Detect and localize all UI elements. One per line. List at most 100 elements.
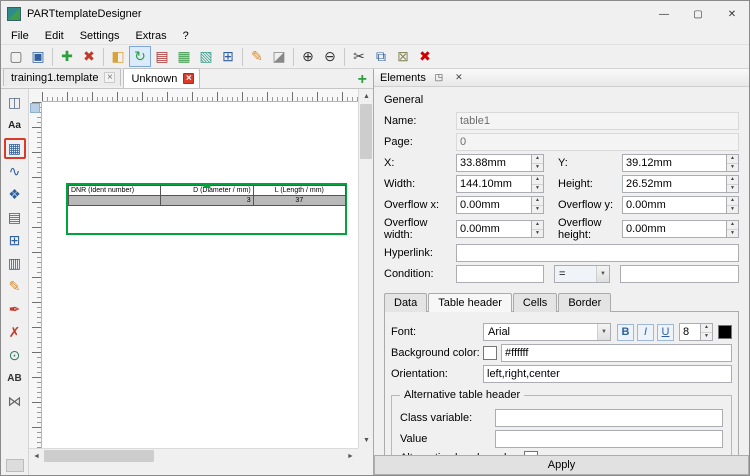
delete-element-icon[interactable]: ✖ bbox=[78, 46, 100, 67]
alternative-header-color-swatch[interactable] bbox=[524, 451, 539, 455]
condition-operator-select[interactable]: = ▼ bbox=[554, 265, 610, 283]
printer-tool-icon[interactable]: ▤ bbox=[4, 207, 26, 228]
menu-help[interactable]: ? bbox=[175, 29, 197, 43]
export-image-icon[interactable]: ▧ bbox=[195, 46, 217, 67]
font-size-input[interactable] bbox=[679, 323, 700, 341]
font-select[interactable]: Arial ▼ bbox=[483, 323, 611, 341]
underline-button[interactable]: U bbox=[657, 323, 674, 341]
class-variable-input[interactable] bbox=[495, 409, 723, 427]
overflow-x-spinner[interactable]: ▲ ▼ bbox=[531, 196, 544, 214]
vertical-scroll-thumb[interactable] bbox=[360, 104, 372, 159]
fill-color-icon[interactable]: ◧ bbox=[107, 46, 129, 67]
spin-down-icon[interactable]: ▼ bbox=[532, 163, 543, 171]
scroll-left-icon[interactable]: ◄ bbox=[29, 449, 44, 464]
document-tab[interactable]: training1.template × bbox=[3, 68, 122, 86]
width-spinner[interactable]: ▲ ▼ bbox=[531, 175, 544, 193]
new-document-icon[interactable]: ▢ bbox=[5, 46, 27, 67]
tab-close-icon[interactable]: × bbox=[183, 73, 195, 84]
horizontal-scroll-thumb[interactable] bbox=[44, 450, 154, 462]
x-spinner[interactable]: ▲ ▼ bbox=[531, 154, 544, 172]
condition-value-input[interactable] bbox=[620, 265, 739, 283]
tab-close-icon[interactable]: × bbox=[104, 72, 116, 83]
curve-tool-icon[interactable]: ∿ bbox=[4, 161, 26, 182]
menu-extras[interactable]: Extras bbox=[127, 29, 174, 43]
copy-icon[interactable]: ⧉ bbox=[370, 46, 392, 67]
spin-down-icon[interactable]: ▼ bbox=[701, 332, 712, 340]
bold-button[interactable]: B bbox=[617, 323, 634, 341]
scroll-right-icon[interactable]: ► bbox=[343, 449, 358, 464]
overflow-x-input[interactable] bbox=[456, 196, 531, 214]
spin-down-icon[interactable]: ▼ bbox=[727, 229, 738, 237]
spin-up-icon[interactable]: ▲ bbox=[727, 155, 738, 164]
add-element-icon[interactable]: ✚ bbox=[56, 46, 78, 67]
panel-tab-table-header[interactable]: Table header bbox=[428, 293, 512, 312]
insert-image-icon[interactable]: ▦ bbox=[173, 46, 195, 67]
panel-close-icon[interactable]: ✕ bbox=[452, 72, 466, 83]
maximize-icon[interactable]: ▢ bbox=[681, 1, 715, 27]
eraser-icon[interactable]: ◪ bbox=[268, 46, 290, 67]
pencil-tool-icon[interactable]: ✎ bbox=[4, 276, 26, 297]
spin-down-icon[interactable]: ▼ bbox=[532, 229, 543, 237]
background-color-swatch[interactable] bbox=[483, 346, 497, 360]
panel-tool-icon[interactable]: ◫ bbox=[4, 92, 26, 113]
overflow-width-field[interactable]: ▲▼ bbox=[456, 220, 544, 238]
name-input[interactable] bbox=[456, 112, 739, 130]
spin-down-icon[interactable]: ▼ bbox=[532, 184, 543, 192]
refresh-icon[interactable]: ↻ bbox=[129, 46, 151, 67]
spin-up-icon[interactable]: ▲ bbox=[532, 155, 543, 164]
orientation-input[interactable] bbox=[483, 365, 732, 383]
label-tool-icon[interactable]: AB bbox=[4, 368, 26, 389]
y-field[interactable]: ▲▼ bbox=[622, 154, 739, 172]
minimize-icon[interactable]: — bbox=[647, 1, 681, 27]
overflow-y-field[interactable]: ▲▼ bbox=[622, 196, 739, 214]
height-input[interactable] bbox=[622, 175, 726, 193]
cross-tool-icon[interactable]: ✗ bbox=[4, 322, 26, 343]
overflow-width-input[interactable] bbox=[456, 220, 531, 238]
width-input[interactable] bbox=[456, 175, 531, 193]
horizontal-scrollbar[interactable]: ◄ ► bbox=[29, 448, 358, 464]
overflow-height-spinner[interactable]: ▲ ▼ bbox=[726, 220, 739, 238]
hyperlink-input[interactable] bbox=[456, 244, 739, 262]
copy-table-icon[interactable]: ⊞ bbox=[217, 46, 239, 67]
spin-down-icon[interactable]: ▼ bbox=[532, 205, 543, 213]
document-table[interactable]: DNR (Ident number) D (Diameter / mm) L (Le… bbox=[68, 185, 346, 206]
delete-all-icon[interactable]: ✖ bbox=[414, 46, 436, 67]
condition-input[interactable] bbox=[456, 265, 544, 283]
y-input[interactable] bbox=[622, 154, 726, 172]
stamp-icon[interactable]: ⊠ bbox=[392, 46, 414, 67]
add-tab-icon[interactable]: + bbox=[358, 72, 367, 88]
spin-up-icon[interactable]: ▲ bbox=[727, 197, 738, 206]
edit-icon[interactable]: ✎ bbox=[246, 46, 268, 67]
panel-tab-cells[interactable]: Cells bbox=[512, 293, 558, 312]
panel-tab-border[interactable]: Border bbox=[558, 293, 612, 312]
value-input[interactable] bbox=[495, 430, 723, 448]
document-tab[interactable]: Unknown × bbox=[123, 68, 201, 88]
grid-tool-icon[interactable]: ▥ bbox=[4, 253, 26, 274]
y-spinner[interactable]: ▲ ▼ bbox=[726, 154, 739, 172]
zoom-in-icon[interactable]: ⊕ bbox=[297, 46, 319, 67]
spin-up-icon[interactable]: ▲ bbox=[532, 221, 543, 230]
menu-file[interactable]: File bbox=[3, 29, 37, 43]
overflow-y-spinner[interactable]: ▲ ▼ bbox=[726, 196, 739, 214]
pen-tool-icon[interactable]: ✒ bbox=[4, 299, 26, 320]
overflow-height-field[interactable]: ▲▼ bbox=[622, 220, 739, 238]
panel-tab-data[interactable]: Data bbox=[384, 293, 428, 312]
overflow-y-input[interactable] bbox=[622, 196, 726, 214]
zoom-out-icon[interactable]: ⊖ bbox=[319, 46, 341, 67]
width-field[interactable]: ▲▼ bbox=[456, 175, 544, 193]
height-field[interactable]: ▲▼ bbox=[622, 175, 739, 193]
scroll-down-icon[interactable]: ▼ bbox=[359, 433, 374, 448]
export-pdf-icon[interactable]: ▤ bbox=[151, 46, 173, 67]
insert-table-tool-icon[interactable]: ⊞ bbox=[4, 230, 26, 251]
page-viewport[interactable]: DNR (Ident number) D (Diameter / mm) L (Le… bbox=[42, 102, 358, 448]
x-input[interactable] bbox=[456, 154, 531, 172]
overflow-height-input[interactable] bbox=[622, 220, 726, 238]
anchor-tool-icon[interactable]: ⋈ bbox=[4, 391, 26, 412]
pin-tool-icon[interactable]: ⊙ bbox=[4, 345, 26, 366]
font-size-field[interactable]: ▲ ▼ bbox=[679, 323, 713, 341]
spin-up-icon[interactable]: ▲ bbox=[727, 176, 738, 185]
page-input[interactable] bbox=[456, 133, 739, 151]
apply-button[interactable]: Apply bbox=[374, 455, 749, 475]
height-spinner[interactable]: ▲ ▼ bbox=[726, 175, 739, 193]
spin-up-icon[interactable]: ▲ bbox=[532, 176, 543, 185]
